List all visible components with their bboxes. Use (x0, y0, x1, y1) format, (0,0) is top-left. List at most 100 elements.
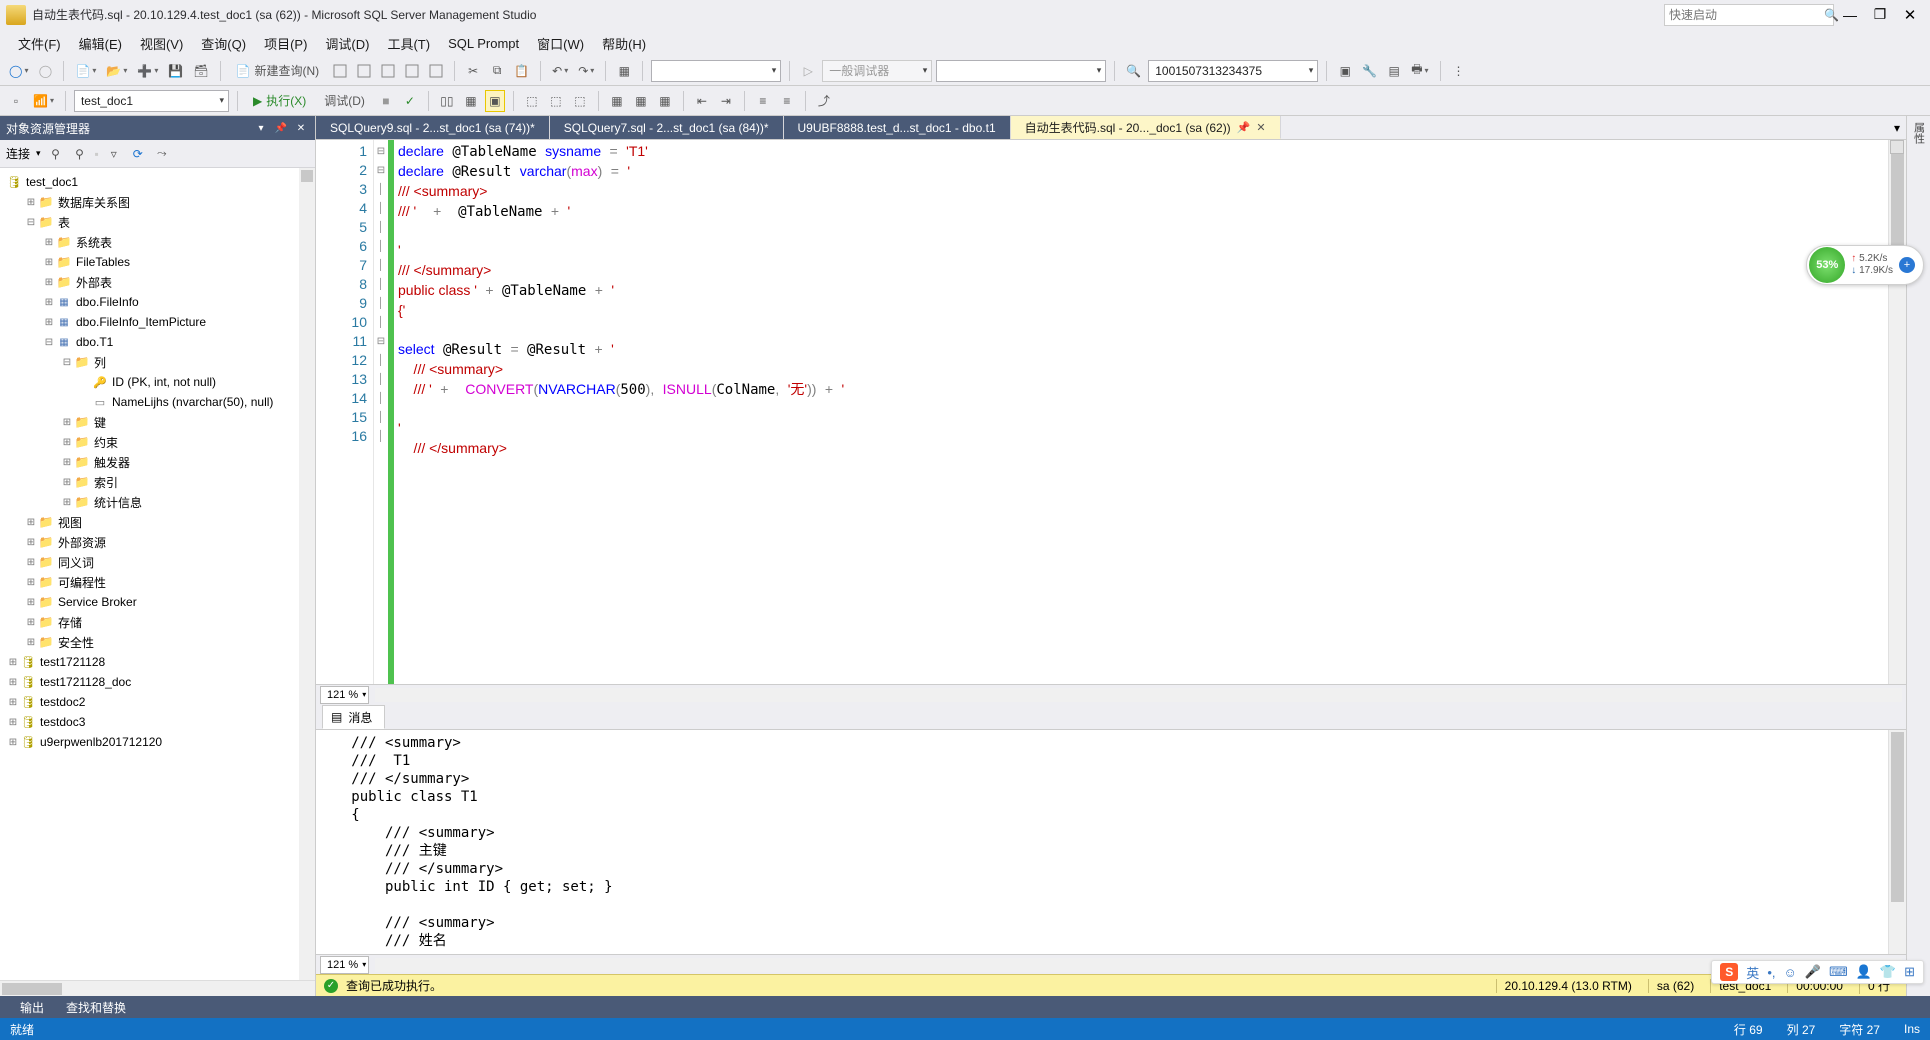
tree-toggle-icon[interactable]: ⊞ (24, 197, 38, 208)
refresh-icon[interactable]: ⟳ (129, 145, 147, 163)
tree-toggle-icon[interactable]: ⊞ (24, 577, 38, 588)
tb2-i4[interactable]: ⬚ (522, 90, 542, 112)
nav-back-button[interactable]: ◯ (6, 60, 31, 82)
de-btn-4[interactable] (402, 60, 422, 82)
tree-toggle-icon[interactable]: ⊞ (24, 597, 38, 608)
tree-toggle-icon[interactable]: ⊞ (6, 657, 20, 668)
more-icon[interactable]: ⋮ (1449, 60, 1469, 82)
tb2-i13[interactable]: ≡ (777, 90, 797, 112)
editor-vscroll[interactable] (1888, 140, 1906, 684)
tree-toggle-icon[interactable]: ⊞ (60, 497, 74, 508)
code-editor[interactable]: 12345678910111213141516 ⊟⊟││││││││⊟│││││… (316, 140, 1906, 684)
scroll-thumb[interactable] (2, 983, 62, 995)
tree-toggle-icon[interactable]: ⊞ (6, 717, 20, 728)
de-btn-3[interactable] (378, 60, 398, 82)
tree-row[interactable]: ▭NameLijhs (nvarchar(50), null) (0, 392, 315, 412)
tb2-i9[interactable]: ▦ (655, 90, 675, 112)
fold-column[interactable]: ⊟⊟││││││││⊟│││││ (374, 140, 388, 684)
menu-project[interactable]: 项目(P) (256, 31, 315, 56)
tb2-i10[interactable]: ⇤ (692, 90, 712, 112)
find-replace-tab[interactable]: 查找和替换 (56, 997, 136, 1018)
tree-db-root[interactable]: 🛢 test_doc1 (0, 172, 315, 192)
tree-toggle-icon[interactable]: ⊟ (60, 357, 74, 368)
tree-row[interactable]: ⊟📁表 (0, 212, 315, 232)
tree-toggle-icon[interactable]: ⊞ (42, 297, 56, 308)
menu-query[interactable]: 查询(Q) (193, 31, 254, 56)
tree-toggle-icon[interactable]: ⊞ (60, 417, 74, 428)
filter-icon[interactable]: ⚲ (47, 145, 65, 163)
tree-toggle-icon[interactable]: ⊞ (42, 257, 56, 268)
tree-toggle-icon[interactable]: ⊞ (24, 557, 38, 568)
scroll-up-icon[interactable] (301, 170, 313, 182)
paste-button[interactable]: 📋 (511, 60, 532, 82)
zoom-combo[interactable]: 121 %▾ (320, 686, 369, 704)
ext-btn-1[interactable]: ▣ (1335, 60, 1355, 82)
properties-tab[interactable]: 属性 (1911, 122, 1927, 144)
ime-punct-icon[interactable]: •, (1767, 965, 1775, 980)
tree-row[interactable]: ⊞📁视图 (0, 512, 315, 532)
de-btn-1[interactable] (330, 60, 350, 82)
tb2-i3[interactable]: ▣ (485, 90, 505, 112)
execute-button[interactable]: ▶ 执行(X) (246, 90, 313, 112)
tree-row[interactable]: 🔑ID (PK, int, not null) (0, 372, 315, 392)
tree-row[interactable]: ⊞📁同义词 (0, 552, 315, 572)
menu-debug[interactable]: 调试(D) (317, 31, 377, 56)
tree-toggle-icon[interactable]: ⊞ (42, 277, 56, 288)
ime-voice-icon[interactable]: 🎤 (1805, 964, 1821, 980)
expand-icon[interactable]: + (1899, 257, 1915, 273)
tree-row[interactable]: ⊞📁键 (0, 412, 315, 432)
tree-row[interactable]: ⊞📁FileTables (0, 252, 315, 272)
redo-button[interactable]: ↷ (575, 60, 597, 82)
tree-row[interactable]: ⊟📁列 (0, 352, 315, 372)
tab-close-icon[interactable]: ✕ (1256, 121, 1265, 134)
cut-button[interactable]: ✂ (463, 60, 483, 82)
quick-launch-input[interactable] (1669, 8, 1824, 22)
tree-row[interactable]: ⊞📁可编程性 (0, 572, 315, 592)
network-monitor-widget[interactable]: 53% 5.2K/s 17.9K/s + (1806, 245, 1924, 285)
platform-combo[interactable]: ▾ (936, 60, 1106, 82)
tree-toggle-icon[interactable]: ⊞ (60, 437, 74, 448)
ime-toolbar[interactable]: S 英 •, ☺ 🎤 ⌨ 👤 👕 ⊞ (1711, 960, 1924, 984)
messages-hscroll[interactable] (375, 958, 1902, 972)
panel-dropdown-icon[interactable]: ▾ (253, 120, 269, 136)
tree-db[interactable]: ⊞🛢u9erpwenlb201712120 (0, 732, 315, 752)
tab-2[interactable]: U9UBF8888.test_d...st_doc1 - dbo.t1 (784, 116, 1011, 139)
editor-hscroll[interactable] (375, 688, 1902, 702)
solution-combo[interactable]: ▾ (651, 60, 781, 82)
tree-toggle-icon[interactable]: ⊞ (24, 537, 38, 548)
undo-button[interactable]: ↶ (549, 60, 571, 82)
tb2-i6[interactable]: ⬚ (570, 90, 590, 112)
tab-3[interactable]: 自动生表代码.sql - 20..._doc1 (sa (62)) 📌 ✕ (1011, 116, 1281, 139)
nav-fwd-button[interactable]: ◯ (35, 60, 55, 82)
panel-close-icon[interactable]: ✕ (293, 120, 309, 136)
grid-button[interactable]: ▦ (614, 60, 634, 82)
tree-row[interactable]: ⊞📁安全性 (0, 632, 315, 652)
tree-toggle-icon[interactable]: ⊞ (24, 517, 38, 528)
tree-toggle-icon[interactable]: ⊞ (6, 697, 20, 708)
debug-button[interactable]: 调试(D) (317, 90, 372, 112)
debugger-combo[interactable]: 一般调试器▾ (822, 60, 932, 82)
tree-toggle-icon[interactable]: ⊞ (6, 677, 20, 688)
messages-tab[interactable]: ▤ 消息 (322, 705, 385, 729)
tab-1[interactable]: SQLQuery7.sql - 2...st_doc1 (sa (84))* (550, 116, 784, 139)
ime-skin-icon[interactable]: 👕 (1880, 964, 1896, 980)
tree-toggle-icon[interactable]: ⊞ (42, 317, 56, 328)
ext-btn-3[interactable]: 🖶 (1408, 60, 1431, 82)
tree-row[interactable]: ⊞▦dbo.FileInfo (0, 292, 315, 312)
open-button[interactable]: 📂 (103, 60, 130, 82)
de-btn-5[interactable] (426, 60, 446, 82)
parse-button[interactable]: ✓ (400, 90, 420, 112)
messages-zoom-combo[interactable]: 121 %▾ (320, 956, 369, 974)
tree-db[interactable]: ⊞🛢testdoc3 (0, 712, 315, 732)
tree-toggle-icon[interactable]: ⊟ (42, 337, 56, 348)
tb2-i11[interactable]: ⇥ (716, 90, 736, 112)
tree-row[interactable]: ⊞📁数据库关系图 (0, 192, 315, 212)
pin-icon[interactable]: 📌 (1237, 121, 1251, 134)
tree-row[interactable]: ⊞📁Service Broker (0, 592, 315, 612)
tree-row[interactable]: ⊞📁约束 (0, 432, 315, 452)
tree-row[interactable]: ⊞▦dbo.FileInfo_ItemPicture (0, 312, 315, 332)
find-combo[interactable]: 1001507313234375▾ (1148, 60, 1318, 82)
tree-row[interactable]: ⊟▦dbo.T1 (0, 332, 315, 352)
new-query-button[interactable]: 📄 新建查询(N) (229, 60, 327, 82)
tree-row[interactable]: ⊞📁外部资源 (0, 532, 315, 552)
